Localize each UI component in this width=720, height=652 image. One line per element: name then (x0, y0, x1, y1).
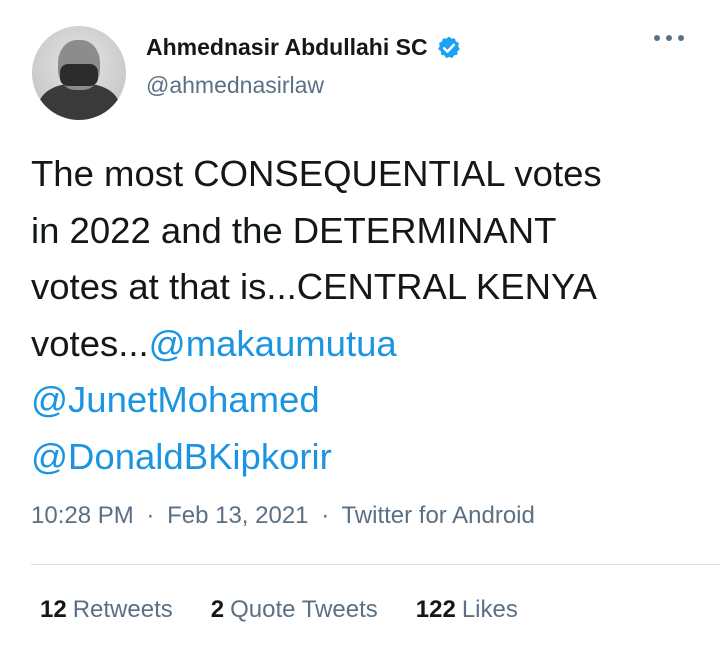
engagement-stats: 12 Retweets 2 Quote Tweets 122 Likes (40, 596, 518, 624)
likes-stat[interactable]: 122 Likes (416, 596, 518, 624)
separator-dot: · (321, 502, 330, 529)
mention-link[interactable]: @JunetMohamed (31, 379, 320, 420)
likes-count: 122 (415, 596, 456, 623)
mention-link[interactable]: @DonaldBKipkorir (31, 436, 332, 477)
tweet-metadata: 10:28 PM · Feb 13, 2021 · Twitter for An… (31, 502, 535, 530)
retweets-label: Retweets (72, 596, 173, 623)
mention-link[interactable]: @makaumutua (149, 323, 397, 364)
verified-badge-icon (437, 36, 460, 58)
quote-tweets-label: Quote Tweets (230, 596, 378, 623)
tweet-time[interactable]: 10:28 PM (31, 502, 134, 529)
likes-label: Likes (461, 596, 518, 623)
tweet-line: @DonaldBKipkorir (31, 429, 701, 486)
retweets-count: 12 (40, 596, 67, 623)
tweet-line: The most CONSEQUENTIAL votes (31, 153, 602, 194)
more-dot (654, 35, 660, 41)
tweet-text-fragment: votes... (31, 322, 149, 364)
tweet-line: votes...@makaumutua (31, 316, 701, 373)
author-display-name[interactable]: Ahmednasir Abdullahi SC (146, 34, 428, 61)
tweet-source[interactable]: Twitter for Android (341, 502, 534, 529)
more-dot (666, 35, 672, 41)
author-handle[interactable]: @ahmednasirlaw (146, 72, 324, 99)
tweet-line: in 2022 and the DETERMINANT (31, 209, 557, 251)
avatar-mask (60, 64, 98, 86)
tweet-text: The most CONSEQUENTIAL votes in 2022 and… (31, 146, 701, 485)
separator-dot: · (146, 502, 155, 529)
quote-tweets-count: 2 (210, 596, 225, 623)
tweet-date[interactable]: Feb 13, 2021 (167, 502, 308, 529)
divider (31, 564, 720, 565)
tweet-line: @JunetMohamed (31, 372, 701, 429)
more-options-icon[interactable] (654, 35, 684, 41)
quote-tweets-stat[interactable]: 2 Quote Tweets (211, 596, 378, 624)
retweets-stat[interactable]: 12 Retweets (40, 596, 173, 624)
avatar[interactable] (32, 26, 126, 120)
author-name-row[interactable]: Ahmednasir Abdullahi SC (146, 34, 462, 61)
tweet-line: votes at that is...CENTRAL KENYA (31, 266, 597, 307)
more-dot (678, 35, 684, 41)
